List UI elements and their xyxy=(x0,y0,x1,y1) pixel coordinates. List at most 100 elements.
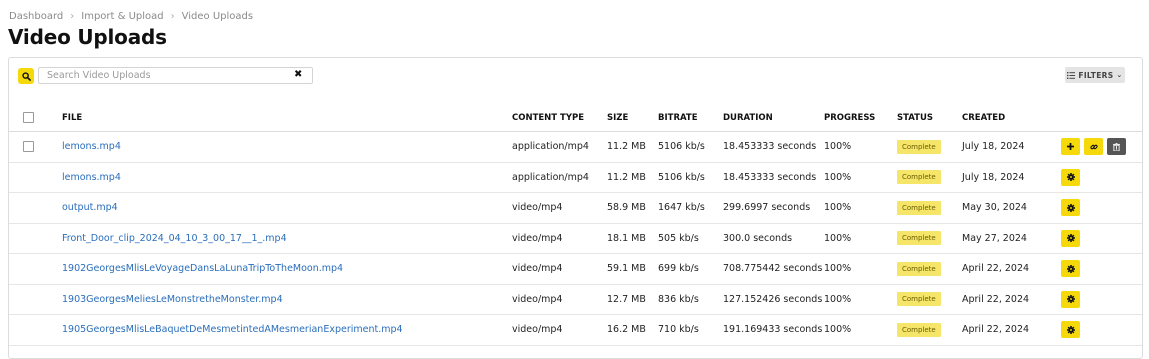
size-cell: 11.2 MB xyxy=(607,131,658,163)
column-header-size[interactable]: SIZE xyxy=(607,104,658,132)
duration-cell: 708.775442 seconds xyxy=(723,253,824,285)
settings-button[interactable] xyxy=(1061,229,1080,247)
column-header-status[interactable]: STATUS xyxy=(897,104,962,132)
gear-icon xyxy=(1066,295,1075,304)
breadcrumb-import-upload[interactable]: Import & Upload xyxy=(81,11,163,22)
table-row: 1905GeorgesMlisLeBaquetDeMesmetintedAMes… xyxy=(9,314,1142,346)
size-cell: 18.1 MB xyxy=(607,223,658,254)
size-cell: 11.2 MB xyxy=(607,162,658,193)
column-header-created[interactable]: CREATED xyxy=(962,104,1061,132)
uploads-table: FILE CONTENT TYPE SIZE BITRATE DURATION … xyxy=(9,104,1142,346)
list-icon xyxy=(1067,71,1076,79)
status-badge: Complete xyxy=(897,322,941,337)
gear-icon xyxy=(1066,264,1075,273)
table-row: output.mp4 video/mp4 58.9 MB 1647 kb/s 2… xyxy=(9,192,1142,224)
content-type-cell: video/mp4 xyxy=(512,253,607,285)
bitrate-cell: 710 kb/s xyxy=(658,314,723,346)
content-type-cell: application/mp4 xyxy=(512,131,607,163)
select-all-checkbox[interactable] xyxy=(23,112,34,123)
row-actions xyxy=(1061,168,1142,186)
row-actions xyxy=(1061,138,1142,156)
progress-cell: 100% xyxy=(824,223,897,254)
settings-button[interactable] xyxy=(1061,321,1080,339)
bitrate-cell: 1647 kb/s xyxy=(658,192,723,224)
bitrate-cell: 699 kb/s xyxy=(658,253,723,285)
file-link[interactable]: 1902GeorgesMlisLeVoyageDansLaLunaTripToT… xyxy=(62,263,343,274)
uploads-panel: ✖ FILTERS ⌄ FILE CONTENT TYPE SIZE BITRA… xyxy=(8,57,1143,359)
row-actions xyxy=(1061,321,1142,339)
gear-icon xyxy=(1066,173,1075,182)
column-header-file[interactable]: FILE xyxy=(62,104,512,132)
page-title: Video Uploads xyxy=(8,25,167,49)
size-cell: 12.7 MB xyxy=(607,284,658,315)
chevron-down-icon: ⌄ xyxy=(1116,71,1123,79)
size-cell: 16.2 MB xyxy=(607,314,658,346)
progress-cell: 100% xyxy=(824,162,897,193)
close-icon[interactable]: ✖ xyxy=(294,69,302,80)
progress-cell: 100% xyxy=(824,192,897,224)
created-cell: July 18, 2024 xyxy=(962,131,1061,163)
search-icon xyxy=(21,71,31,81)
created-cell: May 30, 2024 xyxy=(962,192,1061,224)
link-button[interactable] xyxy=(1084,138,1103,156)
plus-icon xyxy=(1067,143,1074,151)
status-badge: Complete xyxy=(897,170,941,185)
duration-cell: 191.169433 seconds xyxy=(723,314,824,346)
search-button[interactable] xyxy=(18,68,34,84)
duration-cell: 127.152426 seconds xyxy=(723,284,824,315)
filters-button[interactable]: FILTERS ⌄ xyxy=(1065,67,1125,83)
delete-button[interactable] xyxy=(1107,138,1126,156)
file-link[interactable]: 1905GeorgesMlisLeBaquetDeMesmetintedAMes… xyxy=(62,324,403,335)
settings-button[interactable] xyxy=(1061,199,1080,217)
created-cell: May 27, 2024 xyxy=(962,223,1061,254)
status-badge: Complete xyxy=(897,292,941,307)
column-header-duration[interactable]: DURATION xyxy=(723,104,824,132)
breadcrumb-dashboard[interactable]: Dashboard xyxy=(9,11,63,22)
column-header-progress[interactable]: PROGRESS xyxy=(824,104,897,132)
status-badge: Complete xyxy=(897,200,941,215)
created-cell: April 22, 2024 xyxy=(962,253,1061,285)
created-cell: April 22, 2024 xyxy=(962,314,1061,346)
file-link[interactable]: lemons.mp4 xyxy=(62,141,121,152)
gear-icon xyxy=(1066,234,1075,243)
content-type-cell: video/mp4 xyxy=(512,192,607,224)
size-cell: 59.1 MB xyxy=(607,253,658,285)
gear-icon xyxy=(1066,203,1075,212)
settings-button[interactable] xyxy=(1061,260,1080,278)
breadcrumb-video-uploads: Video Uploads xyxy=(181,11,254,22)
created-cell: July 18, 2024 xyxy=(962,162,1061,193)
link-icon xyxy=(1089,144,1098,150)
row-actions xyxy=(1061,199,1142,217)
row-actions xyxy=(1061,260,1142,278)
row-checkbox[interactable] xyxy=(23,141,34,153)
column-header-actions xyxy=(1061,104,1142,132)
bitrate-cell: 836 kb/s xyxy=(658,284,723,315)
settings-button[interactable] xyxy=(1061,290,1080,308)
bitrate-cell: 505 kb/s xyxy=(658,223,723,254)
created-cell: April 22, 2024 xyxy=(962,284,1061,315)
search-input[interactable] xyxy=(38,67,313,84)
trash-icon xyxy=(1113,142,1120,151)
row-actions xyxy=(1061,229,1142,247)
add-button[interactable] xyxy=(1061,138,1080,156)
file-link[interactable]: 1903GeorgesMeliesLeMonstretheMonster.mp4 xyxy=(62,294,283,305)
breadcrumb-separator: › xyxy=(170,11,175,22)
gear-icon xyxy=(1066,325,1075,334)
settings-button[interactable] xyxy=(1061,168,1080,186)
row-actions xyxy=(1061,290,1142,308)
breadcrumb-separator: › xyxy=(70,11,75,22)
table-row: lemons.mp4 application/mp4 11.2 MB 5106 … xyxy=(9,131,1142,163)
bitrate-cell: 5106 kb/s xyxy=(658,131,723,163)
column-header-content-type[interactable]: CONTENT TYPE xyxy=(512,104,607,132)
file-link[interactable]: output.mp4 xyxy=(62,202,118,213)
column-header-bitrate[interactable]: BITRATE xyxy=(658,104,723,132)
size-cell: 58.9 MB xyxy=(607,192,658,224)
duration-cell: 299.6997 seconds xyxy=(723,192,824,224)
table-row: lemons.mp4 application/mp4 11.2 MB 5106 … xyxy=(9,162,1142,193)
table-row: 1902GeorgesMlisLeVoyageDansLaLunaTripToT… xyxy=(9,253,1142,285)
progress-cell: 100% xyxy=(824,314,897,346)
file-link[interactable]: Front_Door_clip_2024_04_10_3_00_17__1_.m… xyxy=(62,233,287,244)
file-link[interactable]: lemons.mp4 xyxy=(62,172,121,183)
status-badge: Complete xyxy=(897,261,941,276)
table-header-row: FILE CONTENT TYPE SIZE BITRATE DURATION … xyxy=(9,104,1142,132)
